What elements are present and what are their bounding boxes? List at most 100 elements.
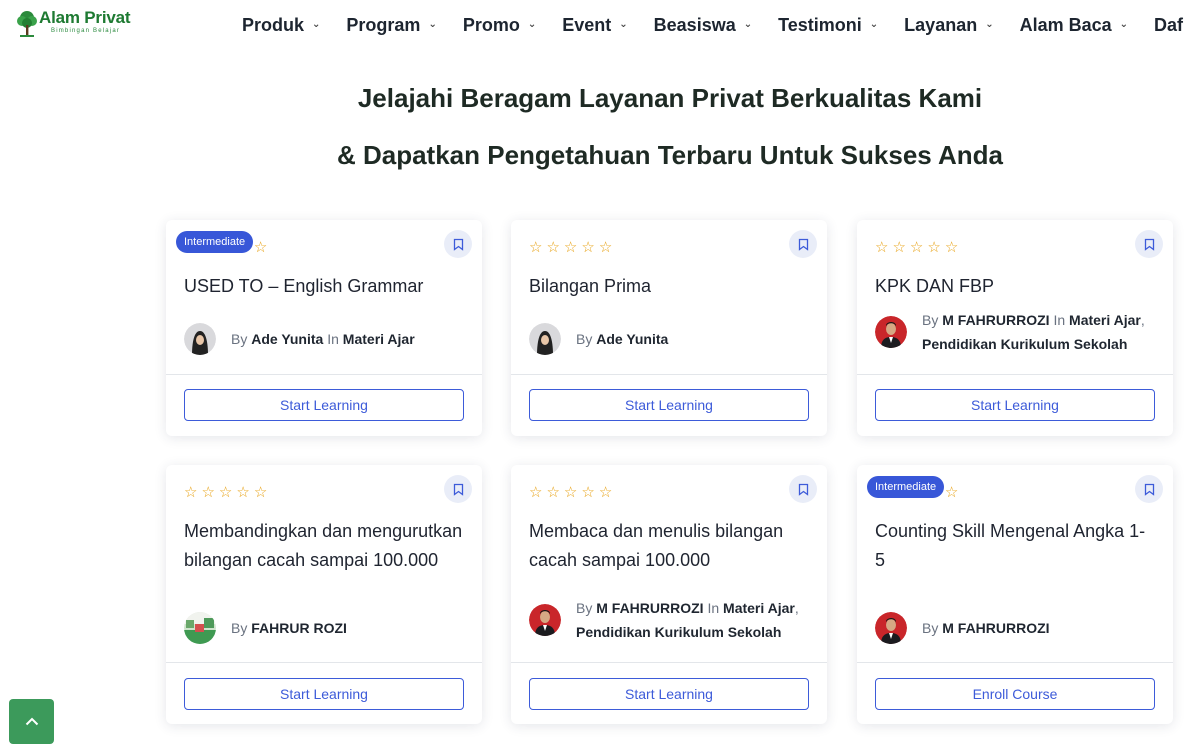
menu-item-promo[interactable]: Promo ⌄ xyxy=(463,15,536,36)
chevron-down-icon: ⌄ xyxy=(869,18,879,30)
start-learning-button[interactable]: Start Learning xyxy=(529,678,809,710)
by-label: By xyxy=(922,620,939,636)
star-outline-icon: ☆ xyxy=(546,484,560,501)
menu-item-alam-baca[interactable]: Alam Baca ⌄ xyxy=(1020,15,1128,36)
in-label: In xyxy=(327,331,339,347)
start-learning-button[interactable]: Start Learning xyxy=(875,389,1155,421)
course-meta: By Ade Yunita In Materi Ajar xyxy=(184,323,415,355)
bookmark-button[interactable] xyxy=(1135,475,1163,503)
by-label: By xyxy=(231,331,248,347)
author-name[interactable]: Ade Yunita xyxy=(596,331,668,347)
course-card: ☆ ☆ ☆ ☆ ☆ Membandingkan dan mengurutkan bila… xyxy=(166,465,482,724)
star-outline-icon: ☆ xyxy=(184,484,198,501)
course-meta: By Ade Yunita xyxy=(529,323,668,355)
start-learning-button[interactable]: Start Learning xyxy=(529,389,809,421)
chevron-down-icon: ⌄ xyxy=(312,18,321,30)
star-outline-icon: ☆ xyxy=(892,239,906,256)
by-label: By xyxy=(576,600,593,616)
course-title[interactable]: Bilangan Prima xyxy=(529,272,809,301)
menu-item-event[interactable]: Event ⌄ xyxy=(562,15,627,36)
main-menu: Produk ⌄ Program ⌄ Promo ⌄ Event ⌄ Beasiswa ⌄… xyxy=(242,0,1200,50)
category-link[interactable]: Materi Ajar xyxy=(1069,312,1141,328)
avatar xyxy=(184,612,216,644)
star-outline-icon: ☆ xyxy=(581,484,595,501)
scroll-to-top-button[interactable] xyxy=(9,699,54,744)
level-badge: Intermediate xyxy=(867,476,945,498)
category-link[interactable]: Materi Ajar xyxy=(343,331,415,347)
category-link[interactable]: Materi Ajar xyxy=(723,600,795,616)
course-title[interactable]: Membandingkan dan mengurutkan bilangan c… xyxy=(184,517,464,575)
course-title[interactable]: USED TO – English Grammar xyxy=(184,272,464,301)
tree-logo-icon xyxy=(17,11,37,37)
course-meta: By M FAHRURROZI xyxy=(875,612,1050,644)
avatar xyxy=(184,323,216,355)
star-outline-icon: ☆ xyxy=(598,239,613,256)
star-outline-icon: ☆ xyxy=(253,484,268,501)
bookmark-button[interactable] xyxy=(789,230,817,258)
bookmark-icon xyxy=(453,238,463,251)
star-outline-icon: ☆ xyxy=(563,239,578,256)
menu-label: Testimoni xyxy=(778,14,862,35)
section-heading-line-2: & Dapatkan Pengetahuan Terbaru Untuk Suk… xyxy=(336,140,1004,170)
chevron-down-icon: ⌄ xyxy=(527,18,537,30)
chevron-down-icon: ⌄ xyxy=(743,18,753,30)
menu-item-testimoni[interactable]: Testimoni ⌄ xyxy=(778,15,878,36)
bookmark-button[interactable] xyxy=(1135,230,1163,258)
author-name[interactable]: FAHRUR ROZI xyxy=(251,620,347,636)
menu-item-daftar[interactable]: Daf xyxy=(1154,15,1183,36)
course-meta: By M FAHRURROZI In Materi Ajar, Pendidik… xyxy=(529,596,799,644)
in-label: In xyxy=(1053,312,1066,328)
card-divider xyxy=(166,662,482,663)
bookmark-button[interactable] xyxy=(789,475,817,503)
enroll-course-button[interactable]: Enroll Course xyxy=(875,678,1155,710)
star-outline-icon: ☆ xyxy=(253,239,268,256)
by-label: By xyxy=(576,331,593,347)
author-name[interactable]: M FAHRURROZI xyxy=(942,312,1049,328)
chevron-up-icon xyxy=(25,717,38,726)
bookmark-icon xyxy=(1144,483,1154,496)
menu-item-layanan[interactable]: Layanan ⌄ xyxy=(904,15,993,36)
menu-label: Daf xyxy=(1154,14,1184,35)
menu-item-program[interactable]: Program ⌄ xyxy=(346,15,436,36)
rating-stars: ☆☆☆☆☆ xyxy=(184,485,464,501)
star-outline-icon: ☆ xyxy=(529,484,543,501)
course-meta: By M FAHRURROZI In Materi Ajar, Pendidik… xyxy=(875,308,1145,356)
category-link-2[interactable]: Pendidikan Kurikulum Sekolah xyxy=(576,624,781,640)
author-name[interactable]: M FAHRURROZI xyxy=(596,600,703,616)
course-card: ☆☆☆☆☆ Counting Skill Mengenal Angka 1-5 … xyxy=(857,465,1173,724)
by-label: By xyxy=(231,620,248,636)
star-outline-icon: ☆ xyxy=(563,484,578,501)
avatar xyxy=(875,316,907,348)
rating-stars: ☆☆☆☆☆ xyxy=(529,485,809,501)
card-divider xyxy=(857,374,1173,375)
avatar xyxy=(875,612,907,644)
star-outline-icon: ☆ xyxy=(909,239,924,256)
author-name[interactable]: Ade Yunita xyxy=(251,331,323,347)
star-outline-icon: ☆ xyxy=(236,484,250,501)
category-link-2[interactable]: Pendidikan Kurikulum Sekolah xyxy=(922,336,1127,352)
menu-label: Beasiswa xyxy=(653,14,736,35)
top-navbar: Alam Privat Bimbingan Belajar Produk ⌄ Pr… xyxy=(0,0,1200,50)
star-outline-icon: ☆ xyxy=(201,484,215,501)
menu-item-produk[interactable]: Produk ⌄ xyxy=(242,15,320,36)
menu-item-beasiswa[interactable]: Beasiswa ⌄ xyxy=(654,15,752,36)
card-divider xyxy=(857,662,1173,663)
author-name[interactable]: M FAHRURROZI xyxy=(942,620,1049,636)
site-logo[interactable]: Alam Privat Bimbingan Belajar xyxy=(16,9,132,43)
start-learning-button[interactable]: Start Learning xyxy=(184,678,464,710)
start-learning-button[interactable]: Start Learning xyxy=(184,389,464,421)
bookmark-button[interactable] xyxy=(444,475,472,503)
course-title[interactable]: Membaca dan menulis bilangan cacah sampa… xyxy=(529,517,809,575)
bookmark-button[interactable] xyxy=(444,230,472,258)
star-outline-icon: ☆ xyxy=(944,484,959,501)
menu-label: Program xyxy=(346,14,421,35)
menu-label: Alam Baca xyxy=(1019,14,1112,35)
course-title[interactable]: Counting Skill Mengenal Angka 1-5 xyxy=(875,517,1155,575)
in-label: In xyxy=(707,600,720,616)
menu-label: Event xyxy=(562,14,612,35)
course-title[interactable]: KPK DAN FBP xyxy=(875,272,1155,301)
star-outline-icon: ☆ xyxy=(546,239,560,256)
chevron-down-icon: ⌄ xyxy=(985,18,994,30)
chevron-down-icon: ⌄ xyxy=(619,18,628,30)
card-divider xyxy=(511,662,827,663)
